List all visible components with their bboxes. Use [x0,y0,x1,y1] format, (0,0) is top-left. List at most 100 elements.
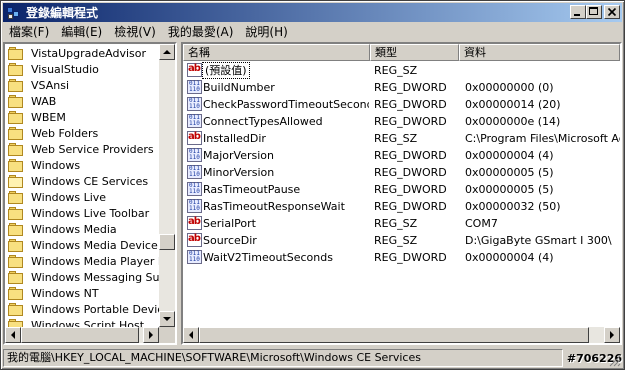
folder-icon [8,222,24,236]
tree-item[interactable]: VSAnsi [8,77,70,93]
tree-scroll-thumb[interactable] [159,234,175,250]
menu-edit[interactable]: 編輯(E) [55,24,108,41]
tree-item[interactable]: Windows Messaging Subsys [8,269,177,285]
values-list-pane[interactable]: 名稱 類型 資料 ab (預設值) REG_SZ 011 110 BuildNumber R… [181,42,622,345]
title-bar[interactable]: 登錄編輯程式 [3,3,622,22]
resize-grip-icon[interactable] [609,355,621,367]
menu-file[interactable]: 檔案(F) [3,24,55,41]
column-header-type[interactable]: 類型 [370,44,459,61]
dword-value-icon: 011 110 [187,199,202,213]
value-row[interactable]: 011 110 MinorVersion REG_DWORD 0x00000005 (5… [183,164,620,181]
value-row[interactable]: 011 110 BuildNumber REG_DWORD 0x00000000 (0) [183,79,620,96]
value-data: C:\Program Files\Microsoft Active [465,132,620,145]
tree-item[interactable]: Windows Live Toolbar [8,205,150,221]
value-type: REG_SZ [374,64,418,77]
tree-vertical-scrollbar[interactable] [159,44,175,327]
close-button[interactable] [604,5,620,19]
values-horizontal-scrollbar[interactable] [183,327,620,343]
folder-icon [8,254,24,268]
value-row[interactable]: 011 110 RasTimeoutResponseWait REG_DWORD 0x0… [183,198,620,215]
tree-item[interactable]: Web Folders [8,125,99,141]
folder-icon [8,46,24,60]
menu-favorites[interactable]: 我的最愛(A) [162,24,240,41]
minimize-button[interactable] [570,5,586,19]
folder-icon [8,78,24,92]
menu-view[interactable]: 檢視(V) [108,24,162,41]
tree-item[interactable]: Windows Media Device Man [8,237,177,253]
tree-item-label: WBEM [31,110,66,124]
open-folder-icon [8,174,24,188]
value-type: REG_SZ [374,132,418,145]
values-scroll-left-button[interactable] [183,327,199,343]
dword-value-icon: 011 110 [187,80,202,94]
arrow-up-icon [163,49,171,54]
column-header-name[interactable]: 名稱 [183,44,370,61]
value-row[interactable]: ab InstalledDir REG_SZ C:\Program Files\Mic… [183,130,620,147]
tree-item[interactable]: Windows [8,157,81,173]
dword-value-icon: 011 110 [187,148,202,162]
value-row[interactable]: 011 110 ConnectTypesAllowed REG_DWORD 0x0000… [183,113,620,130]
tree-horizontal-scrollbar[interactable] [5,327,159,343]
tree-item-label: VistaUpgradeAdvisor [31,46,147,60]
tree-scroll-left-button[interactable] [5,327,21,343]
dword-value-icon: 011 110 [187,250,202,264]
tree-item-label: Web Folders [31,126,99,140]
tree-item[interactable]: Windows Media Player NSS [8,253,175,269]
tree-item[interactable]: VistaUpgradeAdvisor [8,45,147,61]
menu-help[interactable]: 說明(H) [239,24,293,41]
status-bar: 我的電腦\HKEY_LOCAL_MACHINE\SOFTWARE\Microso… [3,348,622,367]
dword-value-icon: 011 110 [187,114,202,128]
value-type: REG_SZ [374,234,418,247]
tree-item-label: Web Service Providers [31,142,154,156]
tree-item[interactable]: VisualStudio [8,61,100,77]
folder-icon [8,62,24,76]
maximize-icon [589,7,598,15]
tree-item[interactable]: WAB [8,93,57,109]
values-scroll-right-button[interactable] [604,327,620,343]
value-data: COM7 [465,217,498,230]
tree-item-label: Windows Live Toolbar [31,206,150,220]
values-hscroll-thumb[interactable] [199,327,589,343]
arrow-down-icon [163,316,171,321]
value-row[interactable]: ab SourceDir REG_SZ D:\GigaByte GSmart I 30… [183,232,620,249]
tree-item-label: Windows Messaging Subsys [31,270,177,284]
value-row[interactable]: 011 110 RasTimeoutPause REG_DWORD 0x00000005… [183,181,620,198]
value-row[interactable]: ab SerialPort REG_SZ COM7 [183,215,620,232]
registry-editor-window: 登錄編輯程式 檔案(F) 編輯(E) 檢視(V) 我的最愛(A) 說明(H) V… [0,0,625,370]
folder-icon [8,190,24,204]
tree-item-label: WAB [31,94,57,108]
close-icon [607,7,617,17]
tree-scroll-up-button[interactable] [159,44,175,60]
value-row[interactable]: 011 110 WaitV2TimeoutSeconds REG_DWORD 0x000… [183,249,620,266]
value-type: REG_DWORD [374,166,447,179]
tree-item-label: VisualStudio [31,62,99,76]
value-row[interactable]: 011 110 MajorVersion REG_DWORD 0x00000004 (4… [183,147,620,164]
value-type: REG_DWORD [374,81,447,94]
folder-icon [8,286,24,300]
tree-item[interactable]: Web Service Providers [8,141,155,157]
value-row[interactable]: 011 110 CheckPasswordTimeoutSeconds REG_DWO… [183,96,620,113]
value-data: 0x00000005 (5) [465,183,554,196]
menu-bar: 檔案(F) 編輯(E) 檢視(V) 我的最愛(A) 說明(H) [3,23,294,42]
scroll-corner [159,327,175,343]
maximize-button[interactable] [586,5,602,19]
column-header-data[interactable]: 資料 [459,44,620,61]
tree-hscroll-thumb[interactable] [21,327,139,343]
tree-item-label: Windows Portable Devices [31,302,176,316]
tree-item[interactable]: Windows Portable Devices [8,301,176,317]
tree-item-label: Windows Media Device Man [31,238,177,252]
tree-scroll-right-button[interactable] [143,327,159,343]
string-value-icon: ab [187,216,202,230]
tree-item[interactable]: Windows NT [8,285,100,301]
value-row[interactable]: ab (預設值) REG_SZ [183,62,620,79]
tree-item[interactable]: Windows Live [8,189,107,205]
tree-item[interactable]: WBEM [8,109,67,125]
folder-icon [8,110,24,124]
tree-item[interactable]: Windows Media [8,221,118,237]
tree-scroll-down-button[interactable] [159,311,175,327]
value-name: MajorVersion [203,149,274,162]
string-value-icon: ab [187,131,202,145]
key-tree-pane[interactable]: VistaUpgradeAdvisor VisualStudio VSAnsi WAB… [3,42,177,345]
tree-item[interactable]: Windows CE Services [8,173,149,189]
arrow-right-icon [609,331,614,339]
